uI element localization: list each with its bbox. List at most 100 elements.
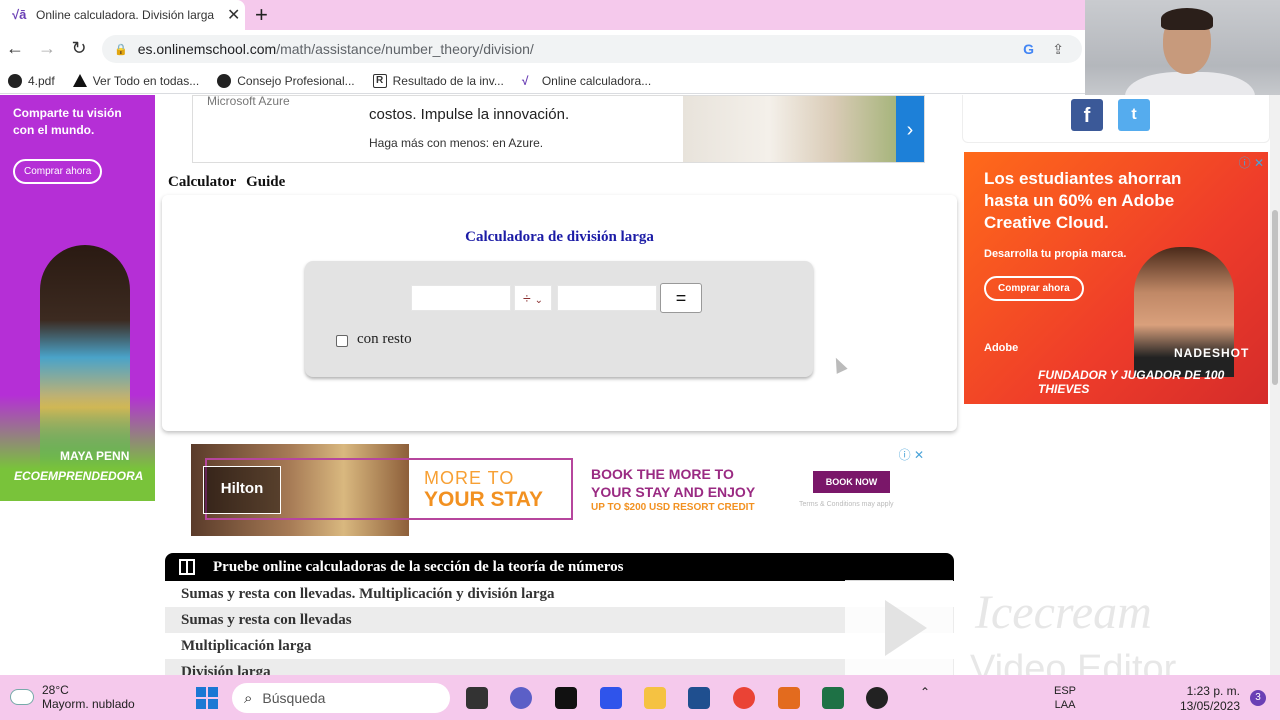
taskbar-search[interactable]: ⌕ Búsqueda bbox=[232, 683, 450, 713]
remainder-checkbox[interactable] bbox=[336, 335, 348, 347]
social-share-box: f t bbox=[962, 95, 1270, 143]
clock-date: 13/05/2023 bbox=[1179, 699, 1240, 713]
url-host: es.onlinemschool.com bbox=[137, 41, 277, 57]
browser-tab[interactable]: √ā Online calculadora. División larga ✕ bbox=[0, 0, 245, 30]
ad-close-icon[interactable]: ⓘ ✕ bbox=[1239, 154, 1264, 171]
watermark-line2: Video Editor bbox=[970, 648, 1177, 675]
equals-button[interactable]: = bbox=[660, 283, 702, 313]
google-icon[interactable]: G bbox=[1023, 41, 1034, 57]
topic-link[interactable]: División larga bbox=[165, 659, 954, 675]
webcam-person-hair bbox=[1161, 8, 1213, 30]
chevron-up-icon: ⌃ bbox=[920, 685, 931, 699]
close-tab-icon[interactable]: ✕ bbox=[227, 5, 245, 25]
bookmark-item[interactable]: R Resultado de la inv... bbox=[372, 73, 504, 88]
facebook-icon[interactable]: f bbox=[1071, 99, 1103, 131]
page-scrollbar[interactable] bbox=[1270, 95, 1280, 675]
matlab-icon[interactable] bbox=[778, 687, 800, 709]
taskbar: 28°C Mayorm. nublado ⌕ Búsqueda ⌃ ESP LA… bbox=[0, 675, 1280, 720]
system-tray[interactable]: ⌃ bbox=[920, 685, 930, 699]
left-ad-foliage bbox=[0, 395, 155, 501]
arrow-left-icon: ← bbox=[6, 38, 24, 58]
windows-start-icon[interactable] bbox=[196, 687, 218, 709]
adobe-logo: Adobe bbox=[984, 342, 1019, 354]
store-icon[interactable] bbox=[688, 687, 710, 709]
bookmark-item[interactable]: 4.pdf bbox=[8, 73, 55, 88]
address-bar[interactable]: 🔒 es.onlinemschool.com/math/assistance/n… bbox=[102, 35, 1082, 63]
chevron-down-icon: ⌄ bbox=[534, 295, 543, 306]
bookmark-item[interactable]: Ver Todo en todas... bbox=[72, 74, 199, 88]
bookmark-item[interactable]: Consejo Profesional... bbox=[217, 73, 355, 88]
reload-button[interactable]: ↻ bbox=[68, 38, 90, 59]
app-icon[interactable] bbox=[866, 687, 888, 709]
left-ad-button[interactable]: Comprar ahora bbox=[13, 159, 103, 184]
right-ad-caption: FUNDADOR Y JUGADOR DE 100 THIEVES bbox=[1038, 368, 1225, 396]
share-icon[interactable]: ⇪ bbox=[1052, 41, 1064, 58]
right-ad-sub: Desarrolla tu propia marca. bbox=[984, 248, 1127, 260]
topic-link[interactable]: Sumas y resta con llevadas. Multiplicaci… bbox=[165, 581, 954, 607]
cloud-icon bbox=[10, 689, 34, 705]
file-explorer-icon[interactable] bbox=[644, 687, 666, 709]
chat-icon[interactable] bbox=[510, 687, 532, 709]
calculator-tabs: Calculator Guide bbox=[168, 174, 291, 191]
left-ad-name: MAYA PENN bbox=[60, 449, 130, 463]
tab-guide[interactable]: Guide bbox=[246, 174, 285, 190]
app-icon[interactable] bbox=[600, 687, 622, 709]
globe-icon bbox=[8, 73, 22, 88]
left-banner-ad[interactable]: Comparte tu visión con el mundo. Comprar… bbox=[0, 95, 155, 501]
topic-link[interactable]: Sumas y resta con llevadas bbox=[165, 607, 954, 633]
dividend-input[interactable] bbox=[411, 285, 511, 311]
notification-badge[interactable]: 3 bbox=[1250, 690, 1266, 706]
hilton-logo: Hilton bbox=[203, 466, 281, 514]
topics-list: Pruebe online calculadoras de la sección… bbox=[165, 553, 954, 675]
clock-time: 1:23 p. m. bbox=[1186, 684, 1240, 698]
triangle-icon bbox=[72, 74, 87, 87]
lock-icon: 🔒 bbox=[114, 43, 128, 56]
hilton-more-to: MORE TO bbox=[424, 468, 515, 488]
right-banner-ad[interactable]: Los estudiantes ahorran hasta un 60% en … bbox=[964, 152, 1268, 404]
azure-logo: Microsoft Azure bbox=[207, 95, 290, 108]
vf-logo-icon: √ bbox=[521, 73, 529, 88]
weather-temp: 28°C bbox=[42, 683, 69, 697]
hilton-book-line1: BOOK THE MORE TO bbox=[591, 466, 734, 482]
forward-button[interactable]: → bbox=[36, 38, 58, 59]
new-tab-button[interactable]: + bbox=[255, 2, 268, 28]
ad-close-icon[interactable]: ⓘ ✕ bbox=[899, 446, 924, 463]
weather-widget[interactable]: 28°C Mayorm. nublado bbox=[10, 683, 135, 711]
bookmarks-bar: 4.pdf Ver Todo en todas... Consejo Profe… bbox=[0, 68, 1085, 94]
right-ad-headline: Los estudiantes ahorran hasta un 60% en … bbox=[984, 169, 1182, 232]
web-page: Comparte tu visión con el mundo. Comprar… bbox=[0, 95, 1280, 675]
chrome-icon[interactable] bbox=[733, 687, 755, 709]
chevron-right-icon[interactable]: › bbox=[896, 96, 924, 162]
tab-title: Online calculadora. División larga bbox=[36, 8, 215, 22]
hilton-your-stay: YOUR STAY bbox=[424, 488, 544, 511]
excel-icon[interactable] bbox=[822, 687, 844, 709]
bookmark-item[interactable]: √ Online calculadora... bbox=[522, 74, 651, 88]
back-button[interactable]: ← bbox=[4, 38, 26, 59]
hilton-banner-ad[interactable]: Hilton MORE TO YOUR STAY BOOK THE MORE T… bbox=[191, 444, 926, 536]
hilton-book-now-button[interactable]: BOOK NOW bbox=[813, 471, 890, 493]
right-ad-button[interactable]: Comprar ahora bbox=[984, 276, 1084, 301]
search-icon: ⌕ bbox=[244, 689, 253, 707]
left-ad-text: Comparte tu visión con el mundo. bbox=[13, 106, 122, 137]
remainder-label: con resto bbox=[357, 331, 412, 347]
scrollbar-thumb[interactable] bbox=[1272, 210, 1278, 385]
hilton-book-line2: YOUR STAY AND ENJOY bbox=[591, 484, 756, 500]
tab-calculator[interactable]: Calculator bbox=[168, 174, 236, 190]
twitter-icon[interactable]: t bbox=[1118, 99, 1150, 131]
top-ad-photo bbox=[683, 96, 898, 162]
top-banner-ad[interactable]: Microsoft Azure costos. Impulse la innov… bbox=[192, 95, 925, 163]
clock[interactable]: 1:23 p. m. 13/05/2023 bbox=[1176, 684, 1240, 714]
watermark-line1: Icecream bbox=[975, 586, 1152, 639]
task-view-icon[interactable] bbox=[466, 687, 488, 709]
netflix-icon[interactable] bbox=[555, 687, 577, 709]
divisor-input[interactable] bbox=[557, 285, 657, 311]
operator-select[interactable]: ÷ ⌄ bbox=[514, 285, 552, 311]
topic-link[interactable]: Multiplicación larga bbox=[165, 633, 954, 659]
right-ad-name: NADESHOT bbox=[1174, 346, 1250, 360]
hilton-book-line3: UP TO $200 USD RESORT CREDIT bbox=[591, 502, 755, 513]
top-ad-subline: Haga más con menos: en Azure. bbox=[369, 136, 544, 150]
language-indicator[interactable]: ESP LAA bbox=[1054, 684, 1076, 712]
calculator-icon bbox=[179, 559, 195, 575]
weather-desc: Mayorm. nublado bbox=[42, 697, 135, 711]
r-logo-icon: R bbox=[372, 73, 387, 88]
